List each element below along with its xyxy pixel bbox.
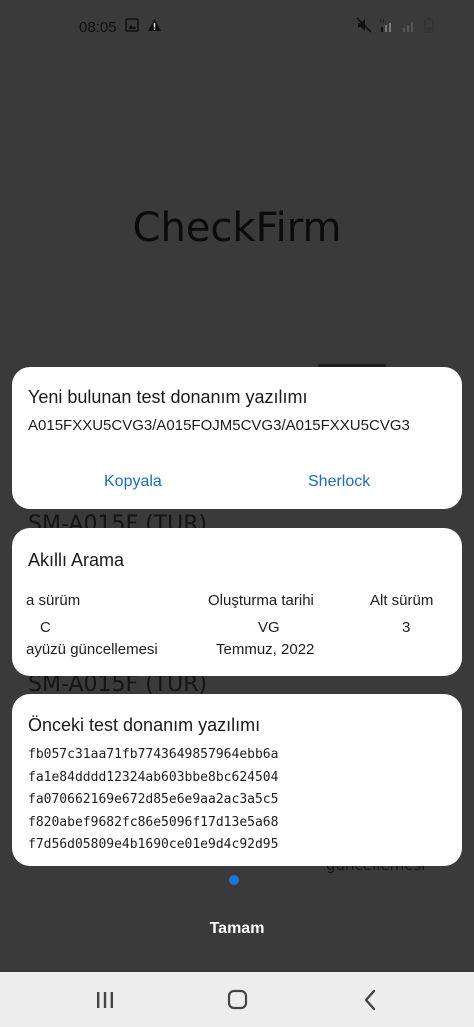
home-button[interactable] bbox=[217, 986, 257, 1014]
table-cell: 3 bbox=[402, 619, 411, 636]
back-button[interactable] bbox=[350, 986, 390, 1014]
list-item: fa070662169e672d85e6e9aa2ac3a5c5 bbox=[28, 792, 279, 807]
battery-icon bbox=[424, 17, 434, 37]
previous-test-firmware-card: Önceki test donanım yazılımı fb057c31aa7… bbox=[12, 694, 462, 866]
list-item: fa1e84dddd12324ab603bbe8bc624504 bbox=[28, 769, 279, 785]
list-item: fb057c31aa71fb7743649857964ebb6a bbox=[28, 747, 279, 762]
status-left: 08:05 bbox=[79, 18, 162, 36]
wifi-icon: H bbox=[380, 17, 394, 37]
sherlock-button[interactable]: Sherlock bbox=[308, 473, 370, 491]
image-notification-icon bbox=[124, 18, 139, 36]
list-item: f7d56d05809e4b1690ce01e9d4c92d95 bbox=[28, 837, 279, 852]
page-indicator-dot bbox=[229, 875, 239, 885]
status-right: H bbox=[356, 17, 434, 37]
warning-icon bbox=[147, 18, 162, 36]
svg-text:H: H bbox=[380, 19, 384, 25]
column-header: Oluşturma tarihi bbox=[208, 592, 314, 609]
smart-search-card: Akıllı Arama a sürüm Oluşturma tarihi Al… bbox=[12, 528, 462, 676]
table-cell: C bbox=[40, 619, 51, 636]
signal-icon bbox=[402, 17, 416, 37]
table-cell: Temmuz, 2022 bbox=[216, 641, 315, 658]
home-icon bbox=[227, 989, 248, 1010]
card-title: Yeni bulunan test donanım yazılımı bbox=[28, 387, 308, 407]
mute-icon bbox=[356, 17, 372, 37]
list-item: f820abef9682fc86e5096f17d13e5a68 bbox=[28, 814, 279, 830]
done-button[interactable]: Tamam bbox=[187, 914, 287, 944]
table-cell: ayüzü güncellemesi bbox=[26, 641, 158, 658]
hash-list: fb057c31aa71fb7743649857964ebb6a fa1e84d… bbox=[28, 744, 278, 857]
new-test-firmware-card: Yeni bulunan test donanım yazılımı A015F… bbox=[12, 367, 462, 509]
firmware-version: A015FXXU5CVG3/A015FOJM5CVG3/A015FXXU5CVG… bbox=[28, 417, 410, 434]
app-title: CheckFirm bbox=[132, 205, 342, 251]
status-bar: 08:05 H bbox=[0, 0, 474, 54]
card-title: Önceki test donanım yazılımı bbox=[28, 715, 261, 735]
navigation-bar bbox=[0, 972, 474, 1027]
column-header: Alt sürüm bbox=[370, 592, 434, 609]
card-title: Akıllı Arama bbox=[28, 550, 125, 570]
table-cell: VG bbox=[258, 619, 280, 636]
status-time: 08:05 bbox=[79, 18, 117, 36]
back-icon bbox=[364, 989, 376, 1011]
column-header: a sürüm bbox=[26, 592, 81, 609]
copy-button[interactable]: Kopyala bbox=[104, 473, 162, 491]
recent-apps-icon bbox=[97, 992, 113, 1008]
recent-apps-button[interactable] bbox=[85, 986, 125, 1014]
